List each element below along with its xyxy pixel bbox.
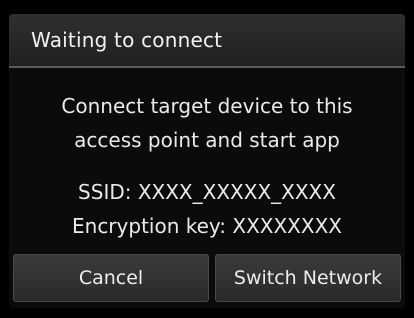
dialog-title-bar: Waiting to connect xyxy=(9,14,405,68)
encryption-key-value: Encryption key: XXXXXXXX xyxy=(72,214,342,238)
instruction-line-2: access point and start app xyxy=(74,128,340,152)
camera-screen: Waiting to connect Connect target device… xyxy=(0,0,414,318)
ssid-value: SSID: XXXX_XXXXX_XXXX xyxy=(78,180,336,204)
switch-network-button[interactable]: Switch Network xyxy=(215,254,401,302)
cancel-button[interactable]: Cancel xyxy=(13,254,209,302)
switch-network-button-label: Switch Network xyxy=(233,267,383,289)
dialog-title: Waiting to connect xyxy=(31,28,223,52)
cancel-button-label: Cancel xyxy=(78,267,144,289)
waiting-to-connect-dialog: Waiting to connect Connect target device… xyxy=(9,14,405,308)
instruction-line-1: Connect target device to this xyxy=(61,94,353,118)
